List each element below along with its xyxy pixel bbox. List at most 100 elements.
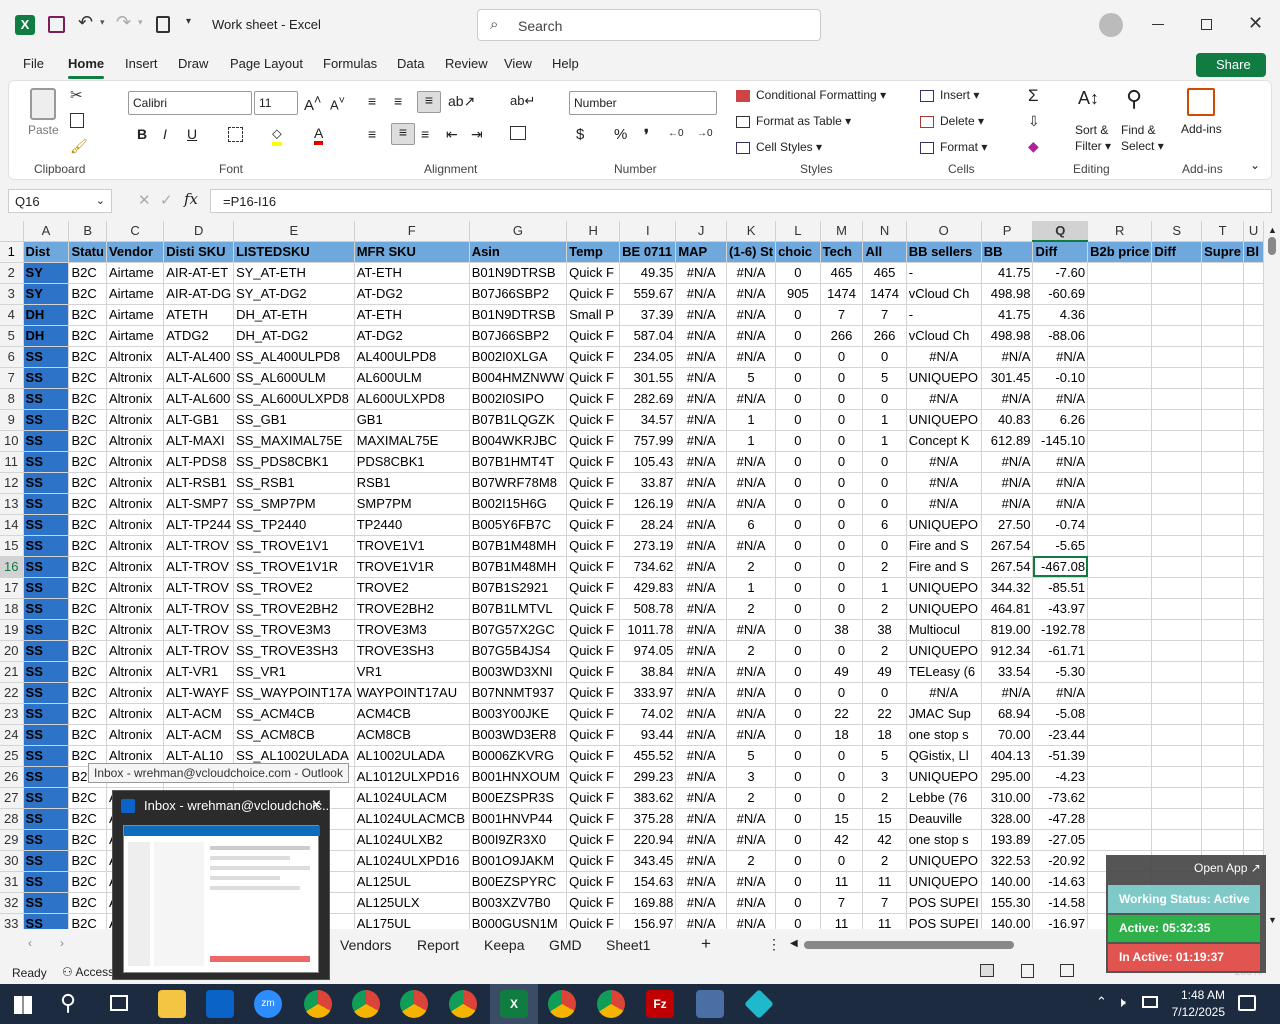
cell[interactable]: Quick F — [566, 682, 621, 704]
cell[interactable]: SS — [23, 535, 70, 557]
cell[interactable]: 0 — [775, 262, 821, 284]
cell[interactable] — [1087, 724, 1153, 746]
cell[interactable] — [1151, 661, 1203, 683]
cell[interactable] — [1201, 724, 1245, 746]
header-cell[interactable]: BE 0711 — [619, 241, 677, 263]
cell[interactable] — [1201, 619, 1245, 641]
increase-font-icon[interactable]: A˄ — [304, 93, 321, 114]
cell[interactable] — [1151, 388, 1203, 410]
cell[interactable]: 0 — [775, 430, 821, 452]
chrome-icon-4[interactable] — [449, 990, 477, 1018]
cell[interactable]: UNIQUEPO — [906, 409, 982, 431]
cell[interactable]: #N/A — [726, 325, 777, 347]
cell[interactable]: B2C — [68, 304, 107, 326]
cell[interactable] — [1201, 577, 1245, 599]
row-header[interactable]: 25 — [0, 745, 24, 767]
cell[interactable]: 0 — [775, 451, 821, 473]
cell[interactable]: 0 — [820, 472, 864, 494]
cell[interactable]: B01N9DTRSB — [469, 262, 568, 284]
cell[interactable]: 6 — [862, 514, 907, 536]
outlook-thumbnail[interactable]: Inbox - wrehman@vcloudchoic... ✕ — [112, 790, 333, 980]
cell[interactable]: ACM8CB — [354, 724, 470, 746]
cell[interactable] — [1243, 724, 1264, 746]
font-size-select[interactable]: 11 — [254, 91, 298, 115]
row-header[interactable]: 33 — [0, 913, 24, 929]
cell[interactable] — [1243, 598, 1264, 620]
scroll-thumb[interactable] — [1268, 237, 1276, 255]
cell[interactable] — [1151, 472, 1203, 494]
cell[interactable]: Altronix — [106, 535, 165, 557]
cell[interactable] — [1151, 577, 1203, 599]
cell[interactable]: 322.53 — [981, 850, 1034, 872]
align-right-icon[interactable]: ≡ — [421, 126, 429, 142]
cell[interactable]: B07B1S2921 — [469, 577, 568, 599]
column-header[interactable]: B — [68, 221, 107, 242]
cell[interactable]: 0 — [775, 766, 821, 788]
cell[interactable]: #N/A — [981, 346, 1034, 368]
delete-cells-button[interactable]: Delete ▾ — [920, 114, 984, 128]
cell[interactable]: 0 — [820, 430, 864, 452]
calculator-app-icon[interactable] — [696, 990, 724, 1018]
cell[interactable]: SS_SMP7PM — [233, 493, 355, 515]
cell[interactable]: 22 — [862, 703, 907, 725]
cell[interactable]: SY_AT-ETH — [233, 262, 355, 284]
cell[interactable]: DH_AT-ETH — [233, 304, 355, 326]
cell[interactable]: #N/A — [675, 535, 728, 557]
cell[interactable]: 0 — [820, 766, 864, 788]
cell[interactable]: B2C — [68, 409, 107, 431]
cell[interactable] — [1243, 808, 1264, 830]
cell[interactable]: TROVE2 — [354, 577, 470, 599]
cell[interactable]: WAYPOINT17AU — [354, 682, 470, 704]
volume-icon[interactable]: 🕨 — [1117, 994, 1126, 1011]
bold-icon[interactable]: B — [137, 126, 147, 142]
cell[interactable]: #N/A — [906, 346, 982, 368]
cell[interactable]: JMAC Sup — [906, 703, 982, 725]
cell[interactable]: 41.75 — [981, 304, 1034, 326]
cell[interactable]: 234.05 — [619, 346, 677, 368]
row-header[interactable]: 31 — [0, 871, 24, 893]
cell[interactable]: SS_TROVE2BH2 — [233, 598, 355, 620]
cell[interactable]: B07B1M48MH — [469, 556, 568, 578]
cell[interactable]: 0 — [820, 745, 864, 767]
cell[interactable]: B000GUSN1M — [469, 913, 568, 929]
cell[interactable]: SS — [23, 745, 70, 767]
tabs-more-icon[interactable]: ⋮ — [767, 936, 781, 953]
cell[interactable]: B2C — [68, 535, 107, 557]
cell[interactable] — [1243, 577, 1264, 599]
cell[interactable] — [1151, 346, 1203, 368]
cell[interactable]: 310.00 — [981, 787, 1034, 809]
cell[interactable]: SS_RSB1 — [233, 472, 355, 494]
tab-view[interactable]: View — [504, 56, 532, 71]
customize-qat-icon[interactable]: ▾ — [186, 16, 191, 27]
sheet-tab-sheet1[interactable]: Sheet1 — [606, 937, 650, 953]
cell[interactable] — [1201, 409, 1245, 431]
cell[interactable]: B00I9ZR3X0 — [469, 829, 568, 851]
cell[interactable]: ALT-TROV — [163, 619, 235, 641]
cell[interactable] — [1201, 745, 1245, 767]
cell[interactable]: #N/A — [675, 892, 728, 914]
cell[interactable]: Airtame — [106, 304, 165, 326]
row-header[interactable]: 27 — [0, 787, 24, 809]
cell[interactable]: B2C — [68, 367, 107, 389]
cell[interactable]: B001HNVP44 — [469, 808, 568, 830]
cell[interactable]: 93.44 — [619, 724, 677, 746]
cell[interactable]: 455.52 — [619, 745, 677, 767]
cell[interactable]: ALT-ACM — [163, 724, 235, 746]
cell[interactable] — [1087, 346, 1153, 368]
percent-icon[interactable]: % — [614, 126, 627, 143]
cell[interactable]: 105.43 — [619, 451, 677, 473]
cell[interactable]: 508.78 — [619, 598, 677, 620]
normal-view-icon[interactable] — [980, 964, 994, 977]
row-header[interactable]: 30 — [0, 850, 24, 872]
cell[interactable] — [1151, 598, 1203, 620]
cell[interactable]: B004HMZNWW — [469, 367, 568, 389]
cell[interactable]: AL600ULXPD8 — [354, 388, 470, 410]
paste-icon[interactable] — [30, 88, 56, 120]
cell[interactable]: 140.00 — [981, 871, 1034, 893]
page-break-view-icon[interactable] — [1060, 964, 1074, 977]
cell[interactable]: 587.04 — [619, 325, 677, 347]
cell[interactable]: B2C — [68, 514, 107, 536]
cell[interactable]: ALT-TP244 — [163, 514, 235, 536]
header-cell[interactable]: All — [862, 241, 907, 263]
cell[interactable]: SS_VR1 — [233, 661, 355, 683]
